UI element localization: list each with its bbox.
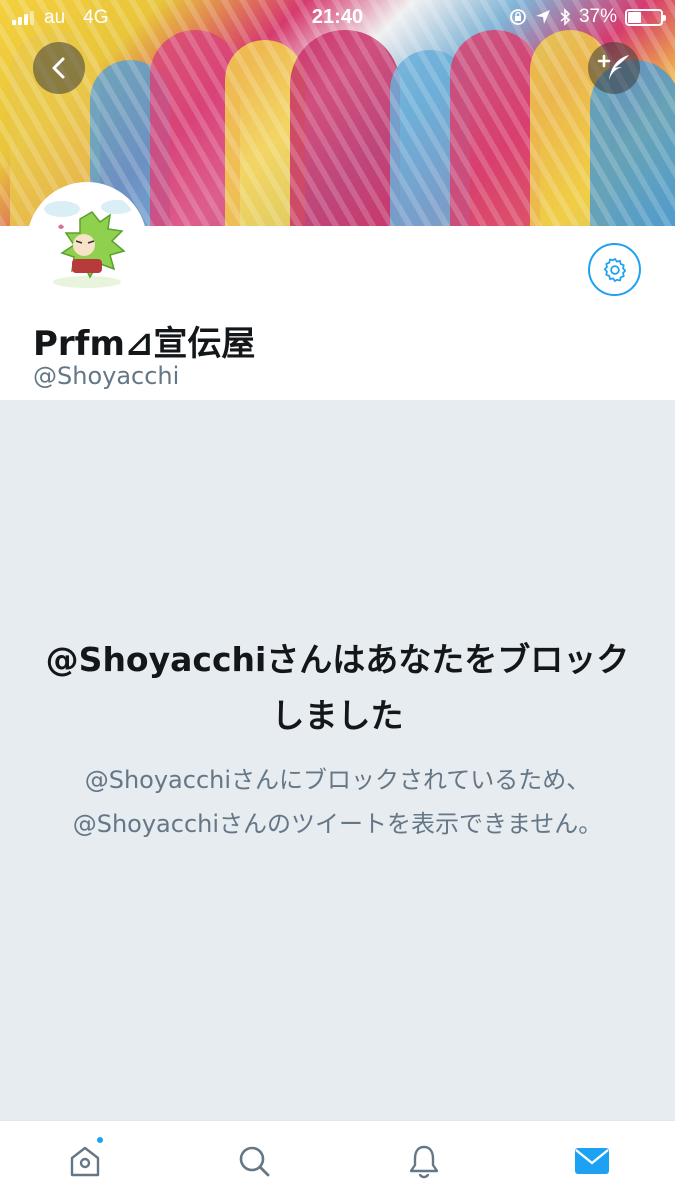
profile-display-name: Prfm⊿宣伝屋 xyxy=(33,324,256,364)
compose-tweet-icon xyxy=(597,54,629,80)
blocked-description: @Shoyacchiさんにブロックされているため、@Shoyacchiさんのツイ… xyxy=(72,766,603,838)
home-icon xyxy=(70,1146,100,1177)
battery-percent: 37% xyxy=(578,6,617,27)
tab-home[interactable] xyxy=(63,1135,107,1183)
rotation-lock-icon xyxy=(510,9,526,25)
mail-icon xyxy=(575,1148,609,1174)
compose-tweet-button[interactable] xyxy=(588,42,640,94)
back-button[interactable] xyxy=(33,42,85,94)
search-icon xyxy=(239,1146,270,1177)
status-bar: au 4G 21:40 37% xyxy=(0,0,675,36)
tab-messages[interactable] xyxy=(570,1139,614,1183)
bell-icon xyxy=(409,1145,439,1179)
profile-settings-button[interactable] xyxy=(588,243,641,296)
chevron-left-icon xyxy=(52,57,65,79)
location-icon xyxy=(535,10,550,24)
tab-notifications[interactable] xyxy=(402,1139,446,1183)
home-notification-dot xyxy=(95,1135,105,1145)
bluetooth-icon xyxy=(560,8,571,26)
gear-icon xyxy=(603,257,626,282)
tab-search[interactable] xyxy=(232,1139,276,1183)
battery-icon xyxy=(625,8,666,26)
blocked-title: @Shoyacchiさんはあなたをブロックしました xyxy=(45,640,630,735)
tab-bar xyxy=(0,1120,675,1200)
avatar[interactable] xyxy=(27,182,147,302)
profile-handle: @Shoyacchi xyxy=(33,362,180,390)
avatar-illustration xyxy=(32,187,142,297)
